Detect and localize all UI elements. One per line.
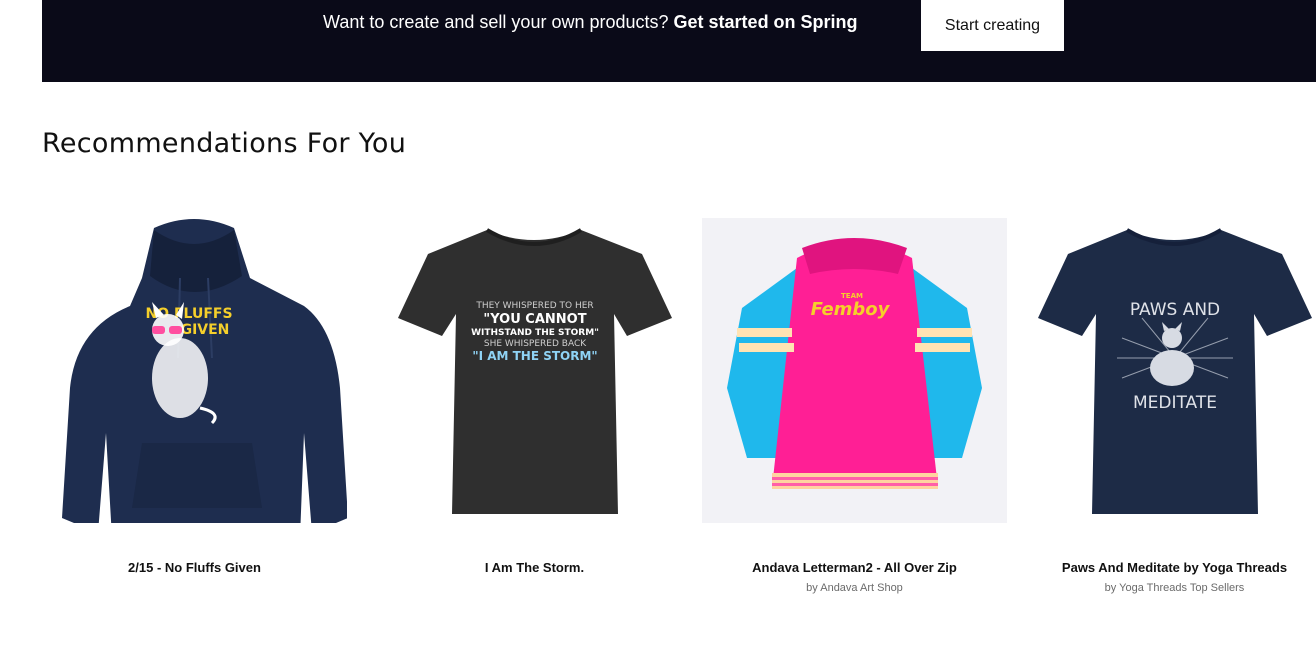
product-seller[interactable]: by Yoga Threads Top Sellers [1022,582,1316,594]
product-seller[interactable]: by Andava Art Shop [702,582,1007,594]
product-card[interactable]: PAWS AND MEDITATE Paws And Meditate by Y… [1022,210,1316,610]
print-line: GIVEN [181,322,230,338]
banner-get-started-link[interactable]: Get started on Spring [674,12,858,32]
product-title[interactable]: 2/15 - No Fluffs Given [42,560,347,575]
banner-text: Want to create and sell your own product… [323,12,674,32]
print-line: MEDITATE [1133,393,1217,413]
banner-message: Want to create and sell your own product… [323,10,858,34]
promo-banner: Want to create and sell your own product… [42,0,1316,82]
start-creating-button[interactable]: Start creating [921,0,1064,51]
product-title[interactable]: Paws And Meditate by Yoga Threads [1022,560,1316,575]
print-line: "YOU CANNOT [483,312,586,327]
tshirt-icon [398,230,672,514]
section-title: Recommendations For You [42,128,407,159]
product-title[interactable]: Andava Letterman2 - All Over Zip [702,560,1007,575]
product-image[interactable]: PAWS AND MEDITATE [1022,218,1316,523]
print-line: "I AM THE STORM" [472,349,597,363]
print-line: SHE WHISPERED BACK [484,339,587,349]
print-line: Femboy [811,299,891,320]
product-image[interactable]: TEAM Femboy [702,218,1007,523]
print-line: THEY WHISPERED TO HER [475,301,593,311]
print-line: WITHSTAND THE STORM" [471,328,599,338]
print-line: PAWS AND [1130,300,1220,320]
product-title[interactable]: I Am The Storm. [382,560,687,575]
product-card[interactable]: TEAM Femboy Andava Letterman2 - All Over… [702,210,1007,610]
product-image[interactable]: NO FLUFFS GIVEN [42,218,347,523]
product-image[interactable]: THEY WHISPERED TO HER "YOU CANNOT WITHST… [382,218,687,523]
product-card[interactable]: NO FLUFFS GIVEN 2/15 - No Fluffs Given [42,210,347,610]
product-card[interactable]: THEY WHISPERED TO HER "YOU CANNOT WITHST… [382,210,687,610]
